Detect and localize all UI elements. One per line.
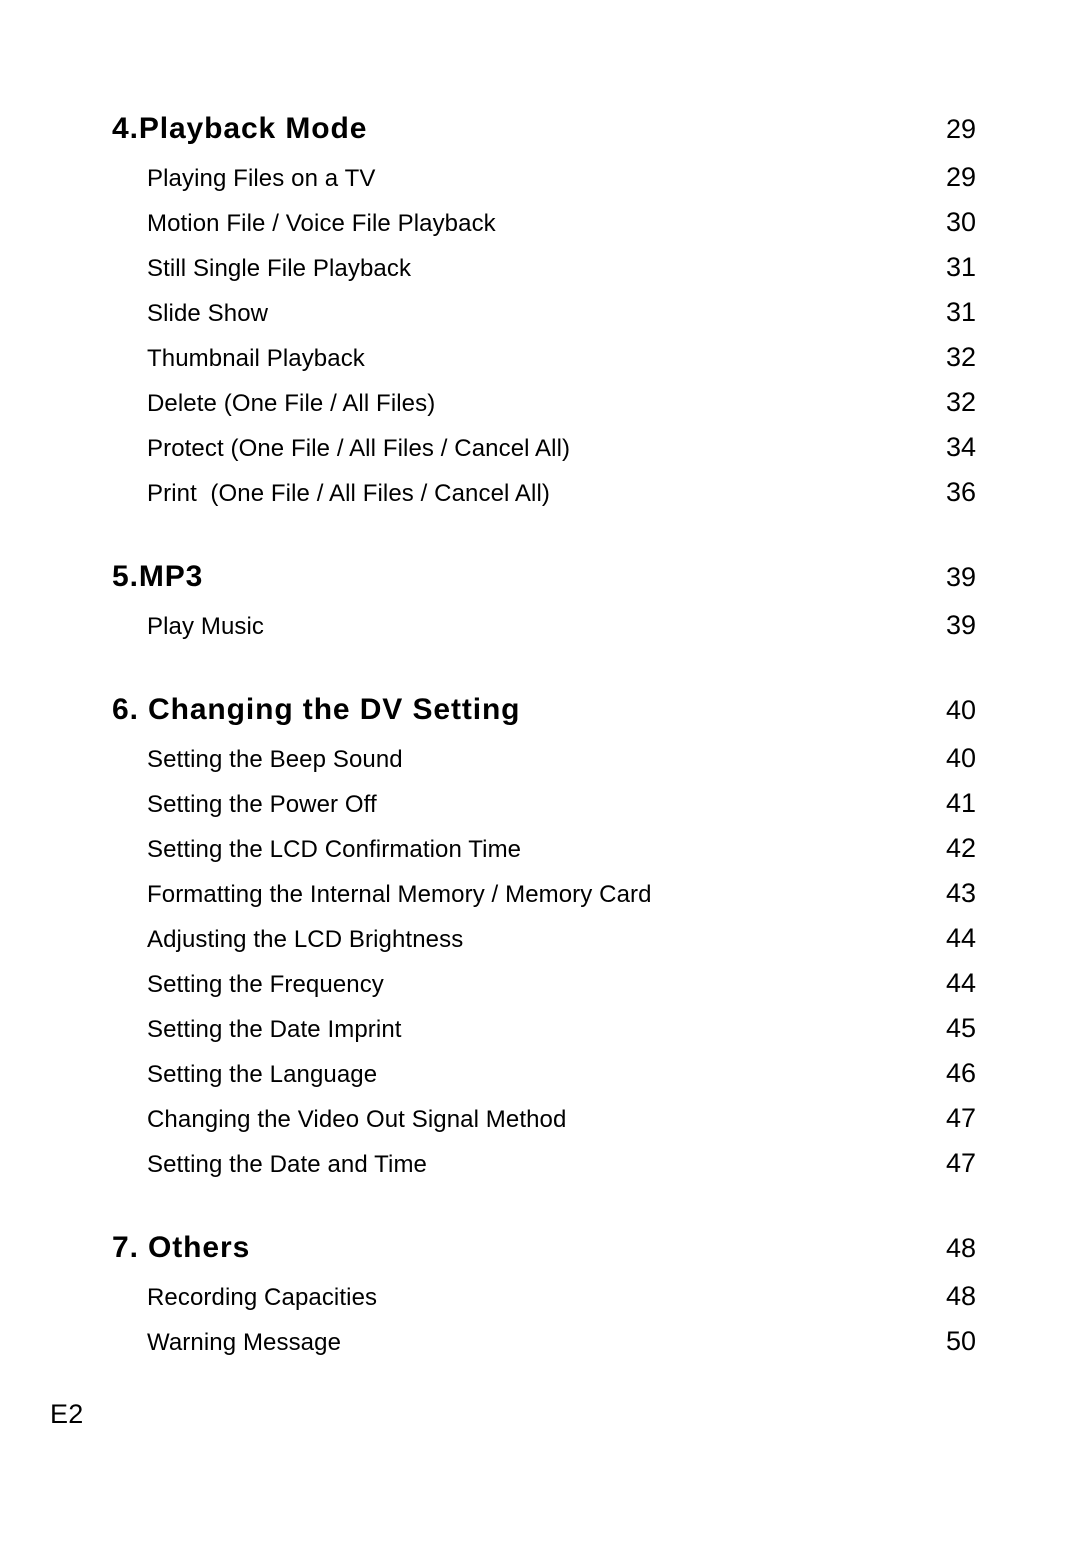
toc-entry-list: Play Music 39: [112, 610, 976, 655]
toc-entry-page-number[interactable]: 30: [916, 207, 976, 237]
toc-entry-title[interactable]: Setting the Power Off: [147, 790, 377, 820]
toc-entry-title[interactable]: Setting the LCD Confirmation Time: [147, 835, 521, 865]
toc-entry-title[interactable]: Print (One File / All Files / Cancel All…: [147, 479, 550, 509]
toc-entry-page-number[interactable]: 29: [916, 162, 976, 192]
toc-entry-page-number[interactable]: 31: [916, 252, 976, 282]
toc-section-heading-row[interactable]: 6. Changing the DV Setting 40: [112, 693, 976, 739]
toc-entry-row[interactable]: Warning Message 50: [112, 1326, 976, 1371]
toc-entry-page-number[interactable]: 47: [916, 1148, 976, 1178]
toc-entry-title[interactable]: Setting the Beep Sound: [147, 745, 403, 775]
toc-entry-row[interactable]: Slide Show 31: [112, 297, 976, 342]
toc-entry-row[interactable]: Adjusting the LCD Brightness 44: [112, 923, 976, 968]
toc-section-heading-row[interactable]: 5.MP3 39: [112, 560, 976, 606]
toc-entry-row[interactable]: Thumbnail Playback 32: [112, 342, 976, 387]
toc-entry-title[interactable]: Setting the Date and Time: [147, 1150, 427, 1180]
toc-entry-title[interactable]: Thumbnail Playback: [147, 344, 365, 374]
toc-section-heading-page-number[interactable]: 40: [916, 693, 976, 727]
toc-entry-row[interactable]: Setting the Power Off 41: [112, 788, 976, 833]
toc-section-heading-page-number[interactable]: 39: [916, 560, 976, 594]
toc-entry-row[interactable]: Setting the Date Imprint 45: [112, 1013, 976, 1058]
toc-section-heading-page-number[interactable]: 29: [916, 112, 976, 146]
toc-entry-page-number[interactable]: 39: [916, 610, 976, 640]
toc-entry-page-number[interactable]: 45: [916, 1013, 976, 1043]
toc-entry-row[interactable]: Recording Capacities 48: [112, 1281, 976, 1326]
toc-entry-title[interactable]: Play Music: [147, 612, 264, 642]
toc-entry-page-number[interactable]: 41: [916, 788, 976, 818]
toc-entry-page-number[interactable]: 42: [916, 833, 976, 863]
page-footer-label: E2: [50, 1399, 84, 1429]
toc-entry-title[interactable]: Still Single File Playback: [147, 254, 411, 284]
toc-entry-row[interactable]: Still Single File Playback 31: [112, 252, 976, 297]
toc-entry-title[interactable]: Setting the Language: [147, 1060, 377, 1090]
toc-entry-title[interactable]: Recording Capacities: [147, 1283, 377, 1313]
toc-entry-title[interactable]: Adjusting the LCD Brightness: [147, 925, 463, 955]
toc-entry-list: Playing Files on a TV 29 Motion File / Voi…: [112, 162, 976, 522]
toc-section-heading-title[interactable]: 6. Changing the DV Setting: [112, 693, 520, 727]
toc-entry-row[interactable]: Formatting the Internal Memory / Memory …: [112, 878, 976, 923]
toc-entry-row[interactable]: Setting the Language 46: [112, 1058, 976, 1103]
toc-entry-title[interactable]: Delete (One File / All Files): [147, 389, 435, 419]
toc-entry-page-number[interactable]: 46: [916, 1058, 976, 1088]
toc-section-list: 4.Playback Mode 29 Playing Files on a TV 29…: [112, 112, 976, 1371]
toc-entry-row[interactable]: Print (One File / All Files / Cancel All…: [112, 477, 976, 522]
toc-entry-title[interactable]: Changing the Video Out Signal Method: [147, 1105, 566, 1135]
toc-entry-row[interactable]: Delete (One File / All Files) 32: [112, 387, 976, 432]
toc-entry-row[interactable]: Playing Files on a TV 29: [112, 162, 976, 207]
toc-entry-row[interactable]: Setting the Frequency 44: [112, 968, 976, 1013]
toc-section-heading-title[interactable]: 7. Others: [112, 1231, 250, 1265]
toc-entry-page-number[interactable]: 44: [916, 968, 976, 998]
toc-entry-page-number[interactable]: 32: [916, 342, 976, 372]
toc-entry-page-number[interactable]: 40: [916, 743, 976, 773]
toc-entry-title[interactable]: Slide Show: [147, 299, 268, 329]
toc-entry-title[interactable]: Playing Files on a TV: [147, 164, 375, 194]
toc-entry-page-number[interactable]: 32: [916, 387, 976, 417]
toc-entry-page-number[interactable]: 44: [916, 923, 976, 953]
toc-entry-title[interactable]: Motion File / Voice File Playback: [147, 209, 496, 239]
toc-section: 5.MP3 39 Play Music 39: [112, 560, 976, 655]
toc-section-heading-title[interactable]: 5.MP3: [112, 560, 203, 594]
toc-entry-row[interactable]: Motion File / Voice File Playback 30: [112, 207, 976, 252]
toc-entry-row[interactable]: Setting the Beep Sound 40: [112, 743, 976, 788]
toc-entry-row[interactable]: Setting the Date and Time 47: [112, 1148, 976, 1193]
toc-entry-page-number[interactable]: 31: [916, 297, 976, 327]
toc-entry-page-number[interactable]: 48: [916, 1281, 976, 1311]
toc-entry-page-number[interactable]: 47: [916, 1103, 976, 1133]
toc-entry-row[interactable]: Protect (One File / All Files / Cancel A…: [112, 432, 976, 477]
toc-entry-title[interactable]: Warning Message: [147, 1328, 341, 1358]
toc-entry-row[interactable]: Setting the LCD Confirmation Time 42: [112, 833, 976, 878]
toc-page: 4.Playback Mode 29 Playing Files on a TV 29…: [0, 0, 1080, 1542]
toc-entry-list: Recording Capacities 48 Warning Message 50: [112, 1281, 976, 1371]
toc-section-heading-title[interactable]: 4.Playback Mode: [112, 112, 367, 146]
toc-section: 4.Playback Mode 29 Playing Files on a TV 29…: [112, 112, 976, 522]
toc-entry-list: Setting the Beep Sound 40 Setting the Powe…: [112, 743, 976, 1193]
toc-section: 6. Changing the DV Setting 40 Setting the …: [112, 693, 976, 1193]
toc-entry-page-number[interactable]: 50: [916, 1326, 976, 1356]
toc-entry-page-number[interactable]: 34: [916, 432, 976, 462]
toc-entry-page-number[interactable]: 43: [916, 878, 976, 908]
toc-entry-page-number[interactable]: 36: [916, 477, 976, 507]
toc-section-heading-row[interactable]: 7. Others 48: [112, 1231, 976, 1277]
toc-entry-title[interactable]: Formatting the Internal Memory / Memory …: [147, 880, 652, 910]
toc-section-heading-row[interactable]: 4.Playback Mode 29: [112, 112, 976, 158]
toc-entry-title[interactable]: Setting the Date Imprint: [147, 1015, 402, 1045]
toc-entry-row[interactable]: Changing the Video Out Signal Method 47: [112, 1103, 976, 1148]
toc-section: 7. Others 48 Recording Capacities 48 Warning…: [112, 1231, 976, 1371]
toc-entry-row[interactable]: Play Music 39: [112, 610, 976, 655]
toc-entry-title[interactable]: Setting the Frequency: [147, 970, 384, 1000]
toc-entry-title[interactable]: Protect (One File / All Files / Cancel A…: [147, 434, 570, 464]
toc-section-heading-page-number[interactable]: 48: [916, 1231, 976, 1265]
